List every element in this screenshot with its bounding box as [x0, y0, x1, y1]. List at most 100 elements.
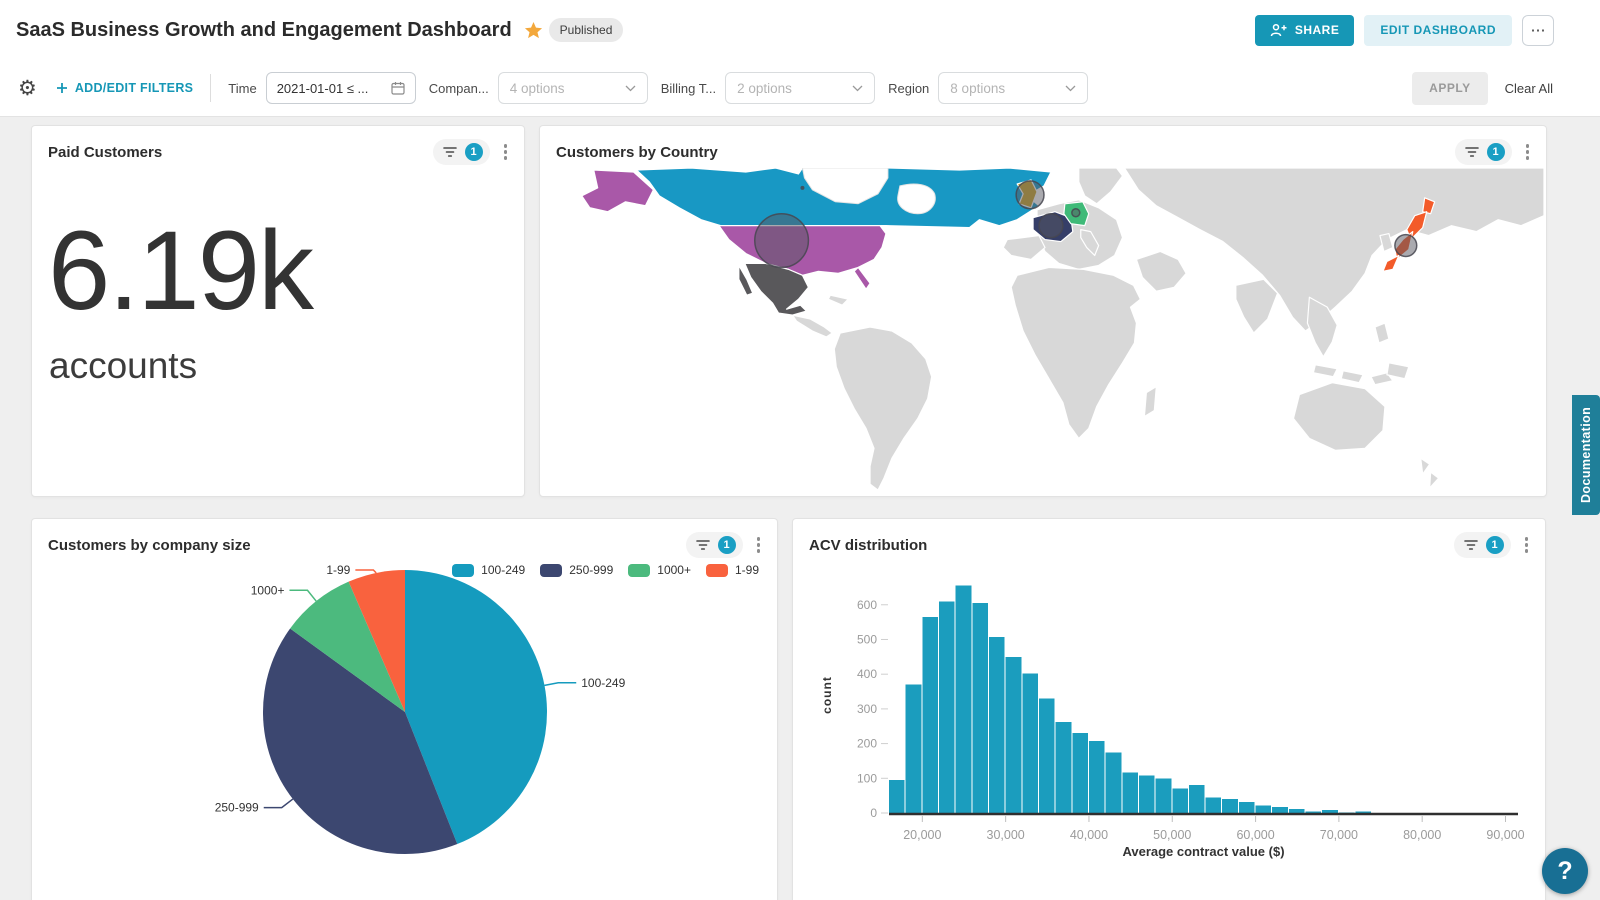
filter-count-badge: 1	[1486, 536, 1504, 554]
x-tick-label: 40,000	[1070, 828, 1108, 842]
map-land	[1293, 383, 1384, 451]
clear-all-button[interactable]: Clear All	[1505, 81, 1553, 96]
histogram-bar[interactable]	[1289, 809, 1305, 813]
y-tick-label: 300	[857, 702, 877, 716]
map-bubble-small	[800, 186, 804, 190]
widget-filter-pill[interactable]: 1	[686, 532, 743, 558]
more-options-button[interactable]: ⋯	[1522, 15, 1554, 46]
add-edit-filters-button[interactable]: ADD/EDIT FILTERS	[56, 81, 193, 95]
histogram-bar[interactable]	[939, 601, 955, 813]
calendar-icon	[391, 81, 405, 95]
page-title: SaaS Business Growth and Engagement Dash…	[16, 19, 512, 42]
plus-icon	[56, 82, 68, 94]
pie-slice-label: 250-999	[215, 801, 259, 815]
gear-icon[interactable]: ⚙	[18, 76, 37, 101]
world-choropleth-map[interactable]	[540, 168, 1546, 498]
help-button[interactable]: ?	[1542, 848, 1588, 894]
widget-filter-pill[interactable]: 1	[433, 139, 490, 165]
map-country-united-states[interactable]	[854, 267, 870, 289]
time-filter-input[interactable]: 2021-01-01 ≤ ...	[266, 72, 416, 104]
map-land	[1236, 279, 1278, 333]
legend-swatch	[628, 564, 650, 577]
histogram-bar[interactable]	[1156, 778, 1172, 813]
histogram-bar[interactable]	[1089, 741, 1105, 813]
documentation-tab[interactable]: Documentation	[1572, 395, 1600, 515]
share-button[interactable]: SHARE	[1255, 15, 1355, 46]
region-filter-select[interactable]: 8 options	[938, 72, 1088, 104]
legend-item[interactable]: 1000+	[628, 563, 691, 577]
filter-count-badge: 1	[465, 143, 483, 161]
legend-item[interactable]: 250-999	[540, 563, 613, 577]
filter-funnel-icon	[1465, 146, 1479, 158]
pie-slice-label: 1-99	[326, 563, 350, 577]
card-title: Paid Customers	[48, 144, 433, 161]
filter-label-region: Region	[888, 81, 929, 96]
divider	[210, 74, 211, 102]
histogram-bar[interactable]	[1189, 785, 1205, 813]
y-tick-label: 500	[857, 632, 877, 646]
kebab-menu-icon[interactable]	[750, 532, 768, 558]
histogram-bar[interactable]	[922, 617, 938, 813]
y-axis-title: count	[820, 676, 834, 714]
histogram-bar[interactable]	[1072, 733, 1088, 813]
company-filter-select[interactable]: 4 options	[498, 72, 648, 104]
histogram-bar[interactable]	[1122, 772, 1138, 813]
filter-count-badge: 1	[718, 536, 736, 554]
map-bubble-united-states[interactable]	[755, 214, 809, 268]
filter-label-time: Time	[228, 81, 256, 96]
legend-swatch	[452, 564, 474, 577]
histogram-bar[interactable]	[1006, 657, 1022, 813]
legend-label: 1-99	[735, 563, 759, 577]
histogram-bar[interactable]	[989, 637, 1005, 813]
kpi-unit: accounts	[49, 345, 524, 387]
legend-item[interactable]: 1-99	[706, 563, 759, 577]
histogram-bar[interactable]	[1256, 806, 1272, 813]
x-tick-label: 90,000	[1486, 828, 1524, 842]
map-country-japan[interactable]	[1383, 255, 1399, 271]
filter-funnel-icon	[696, 539, 710, 551]
histogram-bar[interactable]	[1239, 802, 1255, 813]
y-tick-label: 0	[870, 806, 877, 820]
apply-button[interactable]: APPLY	[1412, 72, 1487, 105]
histogram-bar[interactable]	[889, 780, 905, 813]
histogram-bar[interactable]	[1039, 698, 1055, 813]
widget-filter-pill[interactable]: 1	[1454, 532, 1511, 558]
histogram-bar[interactable]	[1022, 673, 1038, 813]
kebab-menu-icon[interactable]	[497, 139, 515, 165]
legend-item[interactable]: 100-249	[452, 563, 525, 577]
company-size-pie-chart[interactable]: 100-249 250-999 1000+ 1-99	[32, 558, 777, 900]
histogram-bar[interactable]	[1222, 799, 1238, 813]
billing-filter-select[interactable]: 2 options	[725, 72, 875, 104]
legend-label: 1000+	[657, 563, 691, 577]
map-bubble-united-kingdom[interactable]	[1016, 181, 1044, 209]
histogram-bar[interactable]	[1322, 810, 1338, 813]
map-bubble-germany[interactable]	[1072, 209, 1080, 217]
kpi-value: 6.19k	[48, 215, 524, 327]
histogram-bar[interactable]	[1272, 807, 1288, 813]
histogram-bar[interactable]	[1056, 722, 1072, 813]
x-tick-label: 30,000	[987, 828, 1025, 842]
legend-swatch	[706, 564, 728, 577]
filter-label-billing: Billing T...	[661, 81, 716, 96]
add-edit-filters-label: ADD/EDIT FILTERS	[75, 81, 193, 95]
histogram-bar[interactable]	[1139, 776, 1155, 813]
map-bubble-france[interactable]	[1039, 214, 1063, 238]
histogram-bar[interactable]	[956, 586, 972, 813]
share-person-icon	[1270, 23, 1287, 38]
favorite-star-icon[interactable]	[524, 21, 543, 40]
histogram-bar[interactable]	[906, 685, 922, 813]
kebab-menu-icon[interactable]	[1518, 532, 1536, 558]
histogram-bar[interactable]	[1306, 811, 1322, 813]
edit-dashboard-button[interactable]: EDIT DASHBOARD	[1364, 15, 1512, 46]
widget-filter-pill[interactable]: 1	[1455, 139, 1512, 165]
histogram-bar[interactable]	[1106, 752, 1122, 813]
histogram-bar[interactable]	[1206, 797, 1222, 813]
histogram-bar[interactable]	[972, 603, 988, 813]
dashboard-canvas: Paid Customers 1 6.19k accounts Customer…	[0, 117, 1600, 900]
app-header: SaaS Business Growth and Engagement Dash…	[0, 0, 1600, 60]
histogram-bar[interactable]	[1172, 789, 1188, 813]
x-tick-label: 70,000	[1320, 828, 1358, 842]
acv-histogram-chart[interactable]: 010020030040050060020,00030,00040,00050,…	[793, 558, 1545, 900]
kebab-menu-icon[interactable]	[1519, 139, 1537, 165]
map-bubble-japan[interactable]	[1395, 235, 1417, 257]
